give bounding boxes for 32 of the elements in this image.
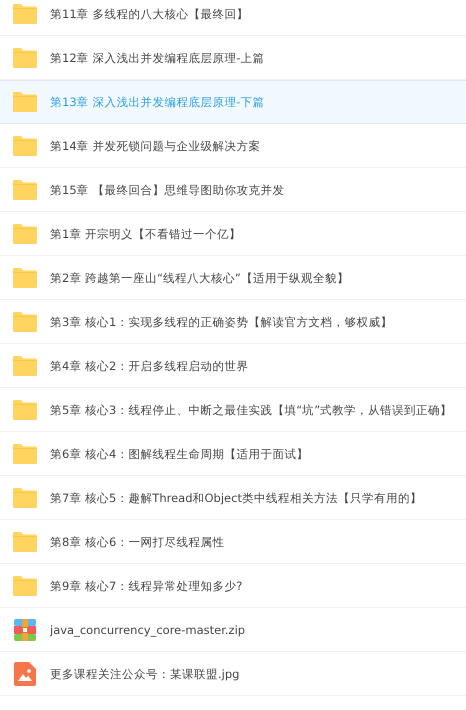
- file-name: java_concurrency_core-master.zip: [50, 623, 246, 637]
- folder-icon: [12, 223, 38, 245]
- folder-icon: [12, 311, 38, 333]
- file-name: 第14章 并发死锁问题与企业级解决方案: [50, 138, 260, 154]
- folder-icon: [12, 487, 38, 509]
- file-name: 第3章 核心1：实现多线程的正确姿势【解读官方文档，够权威】: [50, 314, 392, 330]
- folder-icon: [12, 135, 38, 157]
- folder-icon: [12, 531, 38, 553]
- folder-icon: [12, 179, 38, 201]
- folder-icon: [12, 575, 38, 597]
- file-name: 第6章 核心4：图解线程生命周期【适用于面试】: [50, 446, 308, 462]
- file-name: 第5章 核心3：线程停止、中断之最佳实践【填“坑”式教学，从错误到正确】: [50, 402, 452, 418]
- archive-icon: [12, 619, 38, 641]
- folder-icon: [12, 443, 38, 465]
- file-name: 第12章 深入浅出并发编程底层原理-上篇: [50, 50, 264, 66]
- file-name: 第15章 【最终回合】思维导图助你攻克并发: [50, 182, 284, 198]
- file-name: 第11章 多线程的八大核心【最终回】: [50, 6, 248, 22]
- image-file-icon: [12, 662, 38, 686]
- folder-icon: [12, 3, 38, 25]
- folder-icon: [12, 47, 38, 69]
- folder-icon: [12, 399, 38, 421]
- file-name: 更多课程关注公众号：某课联盟.jpg: [50, 666, 240, 682]
- folder-icon: [12, 91, 38, 113]
- folder-icon: [12, 267, 38, 289]
- file-name: 第13章 深入浅出并发编程底层原理-下篇: [50, 94, 264, 110]
- file-name: 第8章 核心6：一网打尽线程属性: [50, 534, 224, 550]
- file-name: 第7章 核心5：趣解Thread和Object类中线程相关方法【只学有用的】: [50, 490, 422, 506]
- file-name: 第1章 开宗明义【不看错过一个亿】: [50, 226, 241, 242]
- folder-icon: [12, 355, 38, 377]
- file-name: 第9章 核心7：线程异常处理知多少?: [50, 578, 242, 594]
- file-name: 第4章 核心2：开启多线程启动的世界: [50, 358, 248, 374]
- file-name: 第2章 跨越第一座山“线程八大核心”【适用于纵观全貌】: [50, 270, 349, 286]
